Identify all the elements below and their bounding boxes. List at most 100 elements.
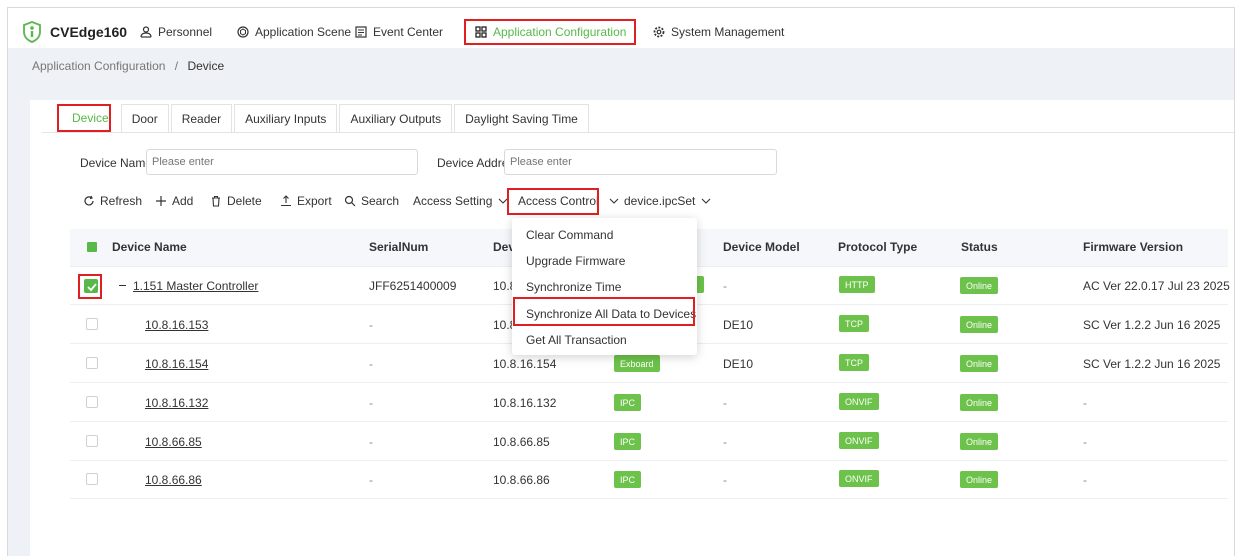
nav-application-scene[interactable]: Application Scene: [232, 19, 355, 45]
menu-item-highlight: [513, 297, 695, 326]
tab-reader[interactable]: Reader: [170, 104, 233, 132]
status-badge: Online: [960, 316, 999, 333]
search-label: Search: [361, 194, 400, 208]
export-icon: [281, 195, 291, 207]
tab-auxiliary-inputs[interactable]: Auxiliary Inputs: [234, 104, 338, 132]
event-icon: [355, 26, 367, 38]
menu-item-synchronize-time[interactable]: Synchronize Time: [526, 280, 621, 294]
device-name-link[interactable]: 10.8.66.86: [145, 473, 202, 487]
person-shield-icon: [23, 21, 41, 43]
status-badge: Online: [960, 433, 999, 450]
settings-icon: [653, 26, 665, 38]
device-name-link[interactable]: 1.151 Master Controller: [133, 279, 258, 293]
search-button[interactable]: Search: [344, 194, 399, 208]
serial-cell: -: [369, 473, 373, 487]
device-address-input[interactable]: [504, 149, 777, 175]
type-badge: IPC: [614, 394, 642, 411]
device-name-label: Device Name: [80, 156, 153, 170]
menu-item-get-all-transaction[interactable]: Get All Transaction: [526, 333, 627, 347]
device-name-link[interactable]: 10.8.16.132: [145, 396, 208, 410]
export-label: Export: [297, 194, 332, 208]
device-address-label: Device Addre: [437, 156, 509, 170]
device-name-link[interactable]: 10.8.66.85: [145, 435, 202, 449]
serial-cell: JFF6251400009: [369, 279, 457, 293]
nav-personnel-label: Personnel: [158, 25, 213, 39]
grid-icon: [475, 26, 487, 38]
app-name: CVEdge160: [50, 24, 128, 40]
model-cell: -: [723, 435, 727, 449]
header-protocol-type[interactable]: Protocol Type: [838, 240, 917, 254]
plus-icon: [156, 196, 166, 206]
delete-button[interactable]: Delete: [210, 194, 262, 208]
menu-item-clear-command[interactable]: Clear Command: [526, 228, 613, 242]
row-checkbox[interactable]: [86, 396, 98, 408]
refresh-label: Refresh: [100, 194, 143, 208]
model-cell: DE10: [723, 357, 754, 371]
nav-event-center[interactable]: Event Center: [350, 19, 447, 45]
type-badge: IPC: [614, 433, 642, 450]
row-divider: [70, 382, 1228, 383]
nav-event-center-label: Event Center: [373, 25, 444, 39]
device-name-link[interactable]: 10.8.16.153: [145, 318, 208, 332]
firmware-cell: AC Ver 22.0.17 Jul 23 2025: [1083, 279, 1230, 293]
address-cell: 10.8.16.154: [493, 357, 557, 371]
row-checkbox[interactable]: [86, 357, 98, 369]
tab-auxiliary-outputs[interactable]: Auxiliary Outputs: [339, 104, 453, 132]
firmware-cell: -: [1083, 435, 1087, 449]
status-badge: Online: [960, 277, 999, 294]
row-checkbox[interactable]: [86, 435, 98, 447]
export-button[interactable]: Export: [280, 194, 332, 208]
model-cell: -: [723, 473, 727, 487]
device-name-input[interactable]: [146, 149, 418, 175]
model-cell: DE10: [723, 318, 754, 332]
access-setting-label: Access Setting: [413, 194, 493, 208]
row-checkbox-highlight: [78, 274, 102, 299]
chevron-down-icon: [609, 198, 619, 204]
tab-daylight-saving-time[interactable]: Daylight Saving Time: [454, 104, 589, 132]
nav-system-management[interactable]: System Management: [648, 19, 788, 45]
serial-cell: -: [369, 435, 373, 449]
address-cell: 10.8.66.86: [493, 473, 550, 487]
protocol-badge: ONVIF: [839, 393, 879, 410]
chevron-down-icon: [701, 198, 711, 204]
search-icon: [344, 195, 356, 207]
access-setting-dropdown[interactable]: Access Setting: [413, 194, 509, 208]
gear-cube-icon: [237, 26, 249, 38]
breadcrumb-parent[interactable]: Application Configuration: [32, 59, 165, 73]
select-all-checkbox[interactable]: [87, 242, 97, 252]
access-control-menu: Clear Command Upgrade Firmware Synchroni…: [512, 218, 697, 355]
header-device-model[interactable]: Device Model: [723, 240, 800, 254]
users-icon: [140, 26, 152, 38]
status-badge: Online: [960, 394, 999, 411]
breadcrumb: Application Configuration / Device: [32, 59, 224, 73]
device-name-link[interactable]: 10.8.16.154: [145, 357, 208, 371]
add-button[interactable]: Add: [155, 194, 193, 208]
breadcrumb-separator: /: [174, 59, 179, 73]
status-badge: Online: [960, 355, 999, 372]
address-cell: 10.8.16.132: [493, 396, 557, 410]
firmware-cell: -: [1083, 473, 1087, 487]
firmware-cell: -: [1083, 396, 1087, 410]
header-firmware-version[interactable]: Firmware Version: [1083, 240, 1183, 254]
row-checkbox[interactable]: [86, 318, 98, 330]
header-serial[interactable]: SerialNum: [369, 240, 428, 254]
model-cell: -: [723, 279, 727, 293]
nav-personnel[interactable]: Personnel: [135, 19, 216, 45]
access-control-highlight: [507, 188, 599, 215]
protocol-badge: HTTP: [839, 276, 875, 293]
header-status[interactable]: Status: [961, 240, 998, 254]
tab-door[interactable]: Door: [120, 104, 169, 132]
row-checkbox[interactable]: [86, 473, 98, 485]
collapse-icon[interactable]: [119, 285, 126, 286]
ipc-set-dropdown[interactable]: device.ipcSet: [624, 194, 712, 208]
tab-device-highlight: [57, 104, 111, 132]
nav-application-scene-label: Application Scene: [255, 25, 352, 39]
refresh-button[interactable]: Refresh: [83, 194, 142, 208]
menu-item-upgrade-firmware[interactable]: Upgrade Firmware: [526, 254, 625, 268]
add-label: Add: [172, 194, 194, 208]
nav-application-configuration-label: Application Configuration: [493, 25, 627, 39]
serial-cell: -: [369, 318, 373, 332]
protocol-badge: TCP: [839, 315, 869, 332]
header-device-name[interactable]: Device Name: [112, 240, 187, 254]
nav-application-configuration[interactable]: Application Configuration: [464, 19, 637, 45]
